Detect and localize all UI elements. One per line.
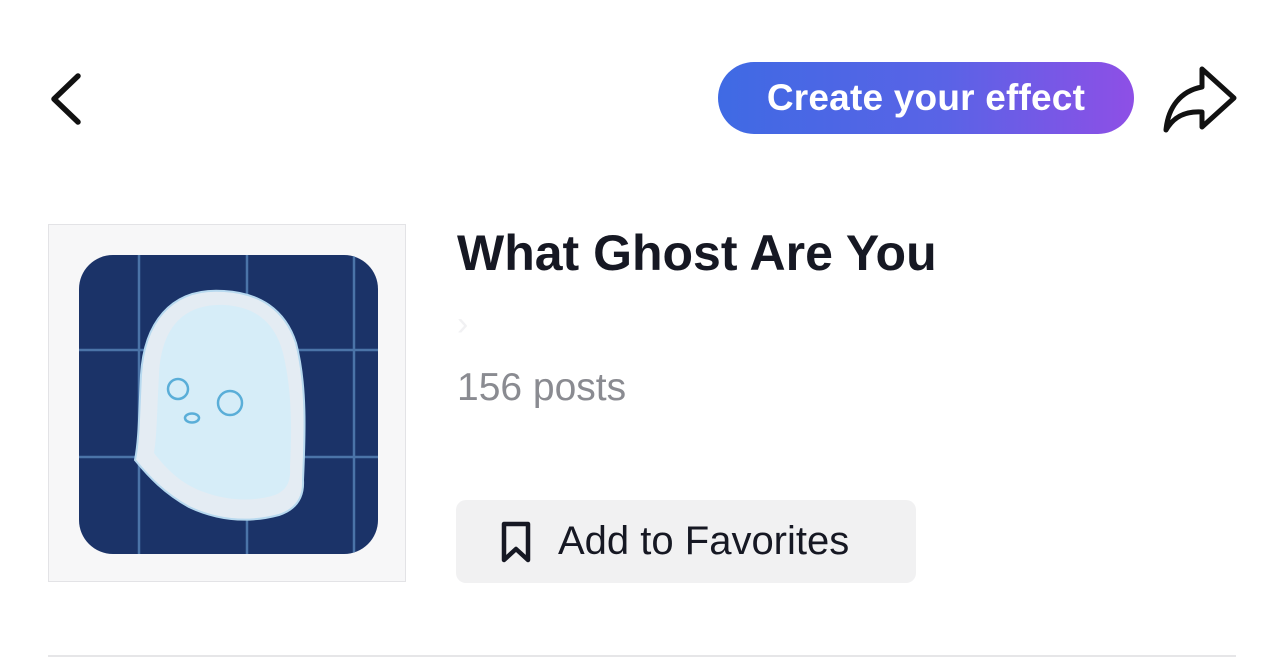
chevron-right-icon: › (457, 305, 469, 343)
effect-title: What Ghost Are You (457, 225, 937, 281)
add-to-favorites-button[interactable]: Add to Favorites (456, 500, 916, 583)
bookmark-icon (496, 520, 536, 564)
create-effect-button[interactable]: Create your effect (718, 62, 1134, 134)
chevron-left-icon (51, 73, 81, 125)
creator-link[interactable]: › (457, 305, 468, 344)
share-arrow-icon (1163, 66, 1237, 133)
effect-thumbnail (48, 224, 406, 582)
back-button[interactable] (40, 64, 100, 134)
ghost-icon (79, 255, 378, 554)
posts-count: 156 posts (457, 366, 627, 409)
effect-detail-page: Create your effect What Ghost Are You › … (0, 0, 1284, 658)
share-button[interactable] (1158, 60, 1244, 138)
add-to-favorites-label: Add to Favorites (558, 519, 850, 563)
divider (48, 655, 1236, 657)
create-effect-label: Create your effect (766, 77, 1086, 118)
